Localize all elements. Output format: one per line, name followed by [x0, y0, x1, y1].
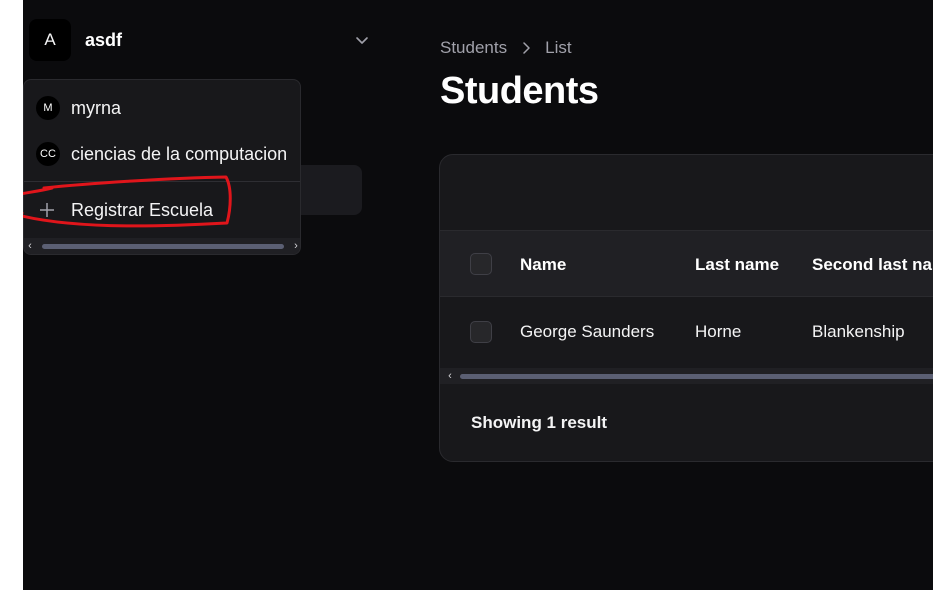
table-row[interactable]: George Saunders Horne Blankenship	[440, 296, 933, 368]
breadcrumb-students-link[interactable]: Students	[440, 38, 507, 58]
plus-icon	[38, 201, 56, 219]
tenant-option-label: ciencias de la computacion	[71, 143, 288, 164]
chevron-down-icon[interactable]	[355, 33, 369, 47]
scroll-left-arrow-icon[interactable]: ‹	[24, 238, 36, 254]
cell-name: George Saunders	[520, 322, 655, 341]
dropdown-horizontal-scrollbar[interactable]: ‹ ›	[24, 238, 300, 254]
scrollbar-thumb[interactable]	[42, 243, 284, 249]
app-window: A asdf M myrna CC ciencias de la computa…	[23, 0, 933, 590]
dropdown-divider	[24, 181, 300, 182]
tenant-option-label: myrna	[71, 97, 122, 118]
scroll-left-arrow-icon[interactable]: ‹	[444, 368, 456, 384]
register-school-label: Registrar Escuela	[71, 199, 214, 220]
tenant-switcher[interactable]: A asdf	[29, 18, 369, 62]
breadcrumb: Students List	[440, 38, 572, 58]
tenant-badge: M	[36, 96, 60, 120]
tenant-avatar: A	[29, 19, 71, 61]
result-count: Showing 1 result	[471, 413, 608, 432]
table-header: Name Last name Second last na	[440, 230, 933, 296]
register-school-button[interactable]: Registrar Escuela	[24, 190, 300, 230]
chevron-right-icon	[523, 42, 530, 54]
column-name[interactable]: Name	[520, 255, 566, 275]
tenant-option-myrna[interactable]: M myrna	[24, 88, 300, 128]
breadcrumb-current: List	[545, 38, 572, 57]
students-table: Name Last name Second last na George Sau…	[439, 154, 933, 462]
tenant-name: asdf	[85, 29, 123, 50]
left-margin	[0, 0, 23, 590]
column-last-name[interactable]: Last name	[695, 255, 779, 275]
table-horizontal-scrollbar[interactable]: ‹	[440, 368, 933, 384]
tenant-badge: CC	[36, 142, 60, 166]
scrollbar-thumb[interactable]	[460, 373, 933, 379]
tenant-option-ciencias[interactable]: CC ciencias de la computacion	[24, 134, 300, 174]
page-title: Students	[440, 70, 599, 112]
scroll-right-arrow-icon[interactable]: ›	[290, 238, 300, 254]
cell-last-name: Horne	[695, 322, 742, 341]
tenant-dropdown-menu: M myrna CC ciencias de la computacion Re…	[23, 79, 301, 255]
column-second-last-name[interactable]: Second last na	[812, 255, 932, 275]
row-checkbox[interactable]	[470, 321, 492, 343]
cell-second-last-name: Blankenship	[812, 322, 905, 341]
select-all-checkbox[interactable]	[470, 253, 492, 275]
